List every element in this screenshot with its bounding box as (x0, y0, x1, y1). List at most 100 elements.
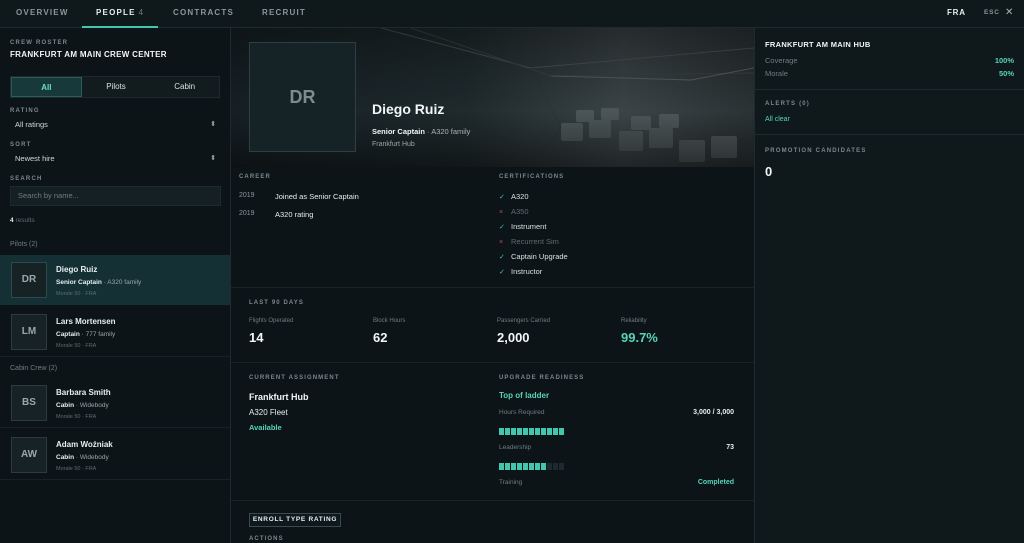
progress-segment (511, 428, 516, 435)
promotion-label: PROMOTION CANDIDATES (765, 148, 867, 154)
top-nav: OVERVIEW PEOPLE 4 CONTRACTS RECRUIT FRA E… (0, 0, 1024, 28)
divider (231, 287, 754, 288)
search-placeholder: Search by name... (18, 191, 79, 200)
tab-recruit[interactable]: RECRUIT (262, 0, 306, 28)
progress-segment (511, 463, 516, 470)
cert-name: Instrument (511, 222, 547, 231)
person-type: · Widebody (75, 454, 109, 461)
esc-hint: ESC (984, 9, 1000, 16)
person-role: Captain · 777 family (56, 331, 115, 338)
person-meta: Morale 50 · FRA (56, 466, 97, 472)
promotion-count: 0 (765, 164, 773, 179)
close-icon[interactable]: ✕ (1005, 0, 1014, 28)
stat-label: Block Hours (373, 318, 406, 324)
coverage-label: Coverage (765, 56, 798, 65)
upgrade-label: UPGRADE READINESS (499, 375, 585, 381)
sort-select-value: Newest hire (15, 154, 55, 163)
morale-row: Morale 50% (765, 69, 1014, 78)
coverage-row: Coverage 100% (765, 56, 1014, 65)
career-year: 2019 (239, 210, 255, 217)
person-rank: Captain (56, 331, 80, 338)
leadership-progress-bar (499, 463, 564, 470)
profile-base: Frankfurt Hub (372, 141, 415, 148)
stat-value: 2,000 (497, 330, 530, 345)
stat-value: 99.7% (621, 330, 658, 345)
person-rank: Cabin (56, 402, 75, 409)
rating-select-value: All ratings (15, 120, 48, 129)
progress-segment (499, 428, 504, 435)
profile-hero: DR Diego Ruiz Senior Captain · A320 fami… (231, 28, 754, 167)
person-meta: Morale 50 · FRA (56, 414, 97, 420)
sort-label: SORT (10, 142, 32, 148)
stats-label: LAST 90 DAYS (249, 300, 304, 306)
cert-name: Recurrent Sim (511, 237, 559, 246)
filter-cabin-button[interactable]: Cabin (150, 77, 219, 97)
group-label-cabin: Cabin Crew (2) (10, 365, 58, 372)
person-name: Diego Ruiz (56, 265, 98, 274)
person-meta: Morale 50 · FRA (56, 291, 97, 297)
check-icon: ✓ (499, 224, 505, 231)
divider (231, 362, 754, 363)
tab-people-label: PEOPLE (96, 8, 136, 17)
alerts-status: All clear (765, 116, 790, 123)
actions-label: ACTIONS (249, 536, 284, 542)
tab-overview-label: OVERVIEW (16, 8, 69, 17)
progress-segment (559, 428, 564, 435)
rating-select[interactable]: All ratings ⬍ (10, 118, 220, 132)
filter-pilots-button[interactable]: Pilots (82, 77, 151, 97)
career-text: A320 rating (275, 210, 314, 219)
avatar: AW (11, 437, 47, 473)
search-input[interactable]: Search by name... (10, 186, 221, 206)
person-type: · Widebody (75, 402, 109, 409)
career-label: CAREER (239, 174, 271, 180)
tab-people[interactable]: PEOPLE 4 (81, 0, 159, 28)
hub-title: FRANKFURT AM MAIN HUB (765, 40, 871, 49)
list-item[interactable]: LM Lars Mortensen Captain · 777 family M… (0, 307, 230, 357)
morale-label: Morale (765, 69, 788, 78)
progress-segment (517, 463, 522, 470)
avatar: LM (11, 314, 47, 350)
profile-rank: Senior Captain (372, 127, 425, 136)
sort-select[interactable]: Newest hire ⬍ (10, 152, 220, 166)
progress-segment (535, 463, 540, 470)
tab-contracts[interactable]: CONTRACTS (173, 0, 234, 28)
avatar: DR (11, 262, 47, 298)
stat-value: 62 (373, 330, 388, 345)
divider (231, 500, 754, 501)
cert-name: Captain Upgrade (511, 252, 568, 261)
upgrade-title: Top of ladder (499, 391, 550, 400)
region-code[interactable]: FRA (947, 0, 966, 28)
progress-segment (505, 463, 510, 470)
progress-segment (559, 463, 564, 470)
stat-label: Reliability (621, 318, 647, 324)
training-value: Completed (697, 479, 734, 486)
roster-label: CREW ROSTER (10, 40, 69, 46)
progress-segment (553, 463, 558, 470)
progress-segment (529, 428, 534, 435)
tab-recruit-label: RECRUIT (262, 8, 306, 17)
progress-segment (517, 428, 522, 435)
cert-name: A350 (511, 207, 529, 216)
filter-all-button[interactable]: All (11, 77, 82, 97)
progress-segment (499, 463, 504, 470)
cert-name: A320 (511, 192, 529, 201)
person-role: Senior Captain · A320 family (56, 279, 141, 286)
progress-segment (541, 428, 546, 435)
list-item[interactable]: AW Adam Woźniak Cabin · Widebody Morale … (0, 430, 230, 480)
progress-segment (547, 463, 552, 470)
stat-label: Flights Operated (249, 318, 294, 324)
person-role: Cabin · Widebody (56, 454, 109, 461)
crew-filter-segments: All Pilots Cabin (10, 76, 220, 98)
cross-icon: × (499, 209, 504, 216)
list-item[interactable]: BS Barbara Smith Cabin · Widebody Morale… (0, 378, 230, 428)
list-item[interactable]: DR Diego Ruiz Senior Captain · A320 fami… (0, 255, 230, 305)
tab-contracts-label: CONTRACTS (173, 8, 235, 17)
search-label: SEARCH (10, 176, 43, 182)
rating-label: RATING (10, 108, 40, 114)
progress-segment (523, 428, 528, 435)
results-count: 4 results (10, 217, 35, 224)
enroll-type-rating-button[interactable]: ENROLL TYPE RATING (249, 513, 341, 527)
cert-item: ✓ Captain Upgrade (499, 252, 568, 261)
progress-segment (505, 428, 510, 435)
tab-overview[interactable]: OVERVIEW (16, 0, 69, 28)
